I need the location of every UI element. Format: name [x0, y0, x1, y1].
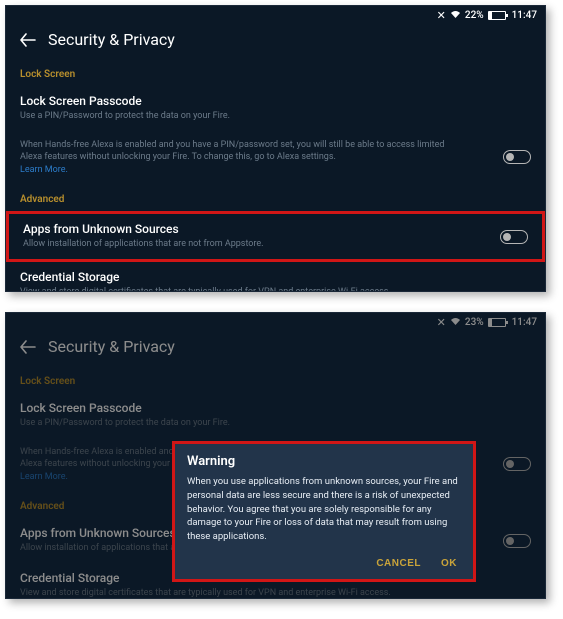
screenshot-2: ✕ 23% 11:47 Security & Privacy Lock Scre…	[5, 312, 546, 599]
back-arrow-icon	[20, 339, 36, 355]
dialog-buttons: CANCEL OK	[175, 554, 473, 579]
row-desc: View and store digital certificates that…	[20, 286, 450, 292]
battery-percent: 23%	[465, 317, 484, 328]
screenshot-1: ✕ 22% 11:47 Security & Privacy Lock Scre…	[5, 5, 546, 292]
dialog-body: When you use applications from unknown s…	[175, 475, 473, 554]
status-bar: ✕ 22% 11:47	[437, 9, 539, 22]
wifi-off-icon: ✕	[437, 316, 446, 329]
row-title: Lock Screen Passcode	[20, 94, 531, 108]
back-arrow-icon[interactable]	[20, 32, 36, 48]
wifi-off-icon: ✕	[437, 9, 446, 22]
toggle-lockscreen[interactable]	[503, 150, 531, 164]
row-desc: When Hands-free Alexa is enabled and you…	[20, 139, 450, 177]
dialog-title: Warning	[175, 444, 473, 475]
time-label: 11:47	[512, 10, 537, 21]
row-lockscreen-passcode[interactable]: Lock Screen Passcode Use a PIN/Password …	[6, 86, 545, 131]
row-desc: View and store digital certificates that…	[20, 587, 450, 599]
row-credential-storage[interactable]: Credential Storage View and store digita…	[6, 262, 545, 292]
toggle-unknown-sources[interactable]	[500, 230, 528, 244]
ok-button[interactable]: OK	[441, 558, 457, 569]
wifi-icon	[450, 317, 461, 329]
battery-icon	[488, 11, 506, 20]
row-desc: Allow installation of applications that …	[23, 238, 453, 251]
status-bar: ✕ 23% 11:47	[437, 316, 539, 329]
page-title: Security & Privacy	[48, 30, 175, 49]
section-label-lockscreen: Lock Screen	[6, 59, 545, 86]
row-unknown-sources[interactable]: Apps from Unknown Sources Allow installa…	[6, 211, 545, 262]
row-desc: Use a PIN/Password to protect the data o…	[20, 110, 450, 123]
row-lockscreen-passcode: Lock Screen Passcode Use a PIN/Password …	[6, 393, 545, 438]
wifi-icon	[450, 10, 461, 22]
learn-more-link: Learn More.	[20, 472, 68, 482]
row-title: Lock Screen Passcode	[20, 401, 531, 415]
learn-more-link[interactable]: Learn More.	[20, 165, 68, 175]
battery-percent: 22%	[465, 10, 484, 21]
time-label: 11:47	[512, 317, 537, 328]
cancel-button[interactable]: CANCEL	[376, 558, 421, 569]
row-desc: Use a PIN/Password to protect the data o…	[20, 417, 450, 430]
toggle-lockscreen	[503, 457, 531, 471]
row-title: Apps from Unknown Sources	[23, 222, 528, 236]
section-label-lockscreen: Lock Screen	[6, 366, 545, 393]
page-title: Security & Privacy	[48, 337, 175, 356]
battery-icon	[488, 318, 506, 327]
section-label-advanced: Advanced	[6, 184, 545, 211]
toggle-unknown-sources	[503, 534, 531, 548]
warning-dialog: Warning When you use applications from u…	[172, 441, 476, 582]
alexa-note-text: When Hands-free Alexa is enabled and you…	[20, 140, 444, 163]
row-alexa-note: When Hands-free Alexa is enabled and you…	[6, 131, 545, 185]
row-title: Credential Storage	[20, 270, 531, 284]
